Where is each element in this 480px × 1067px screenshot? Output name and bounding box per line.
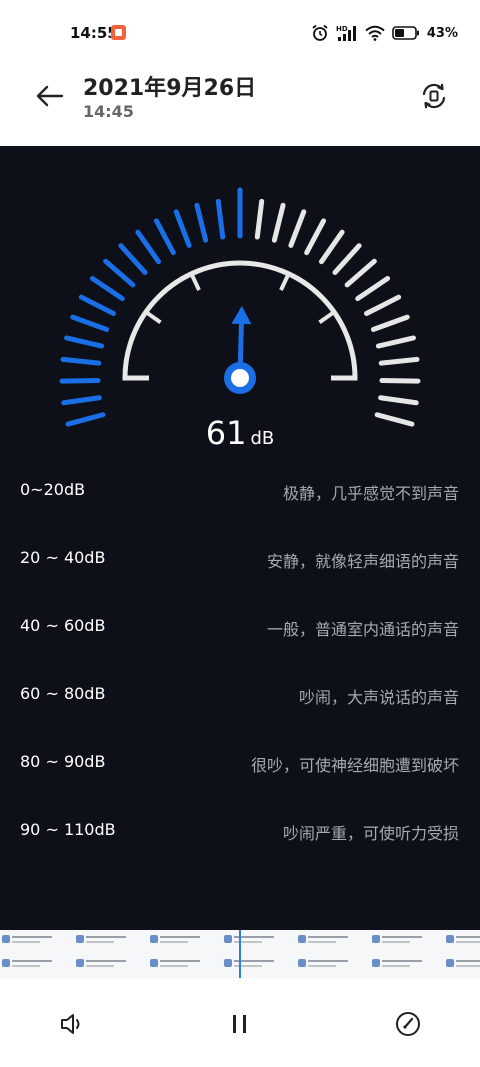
list-item: 20 ~ 40dB 安静，就像轻声细语的声音 (0, 524, 480, 592)
level-description: 一般，普通室内通话的声音 (266, 620, 459, 639)
timeline-cursor[interactable] (239, 930, 241, 978)
timeline-thumbnail (76, 933, 138, 951)
speaker-icon (61, 1014, 80, 1034)
recording-time: 14:45 (83, 102, 134, 121)
sound-meter-panel: 61 dB 0~20dB 极静，几乎感觉不到声音 20 ~ 40dB 安静，就像轻… (0, 146, 480, 930)
recording-icon (111, 25, 126, 40)
timeline-thumbnail (446, 933, 480, 951)
gauge-tick (375, 335, 416, 349)
gauge-tick (78, 294, 116, 317)
gauge-tick (364, 294, 402, 317)
timeline-thumbnail (2, 933, 64, 951)
gauge-needle-arrowhead (231, 306, 252, 325)
alarm-icon (312, 24, 328, 41)
timeline-thumbnail (298, 957, 360, 975)
db-value: 61 (205, 414, 247, 452)
status-icons: HD 43% (311, 22, 458, 44)
gauge-tick (60, 356, 102, 366)
level-range: 0~20dB (20, 480, 86, 499)
gauge-tick (89, 275, 125, 302)
level-range: 80 ~ 90dB (20, 752, 106, 771)
back-button[interactable] (30, 78, 70, 114)
pause-icon (233, 1015, 246, 1033)
gauge-inner-tick (279, 272, 291, 291)
gauge-tick (370, 314, 410, 332)
timeline-thumbnail (224, 957, 286, 975)
gauge-hub-center (231, 369, 249, 387)
level-description: 安静，就像轻声细语的声音 (266, 552, 459, 571)
gauge-tick (70, 314, 110, 332)
gauge-inner-tick (144, 310, 162, 325)
gauge-tick (59, 377, 101, 384)
list-item: 90 ~ 110dB 吵闹严重，可使听力受损 (0, 796, 480, 864)
level-range: 60 ~ 80dB (20, 684, 106, 703)
screen-rotate-icon (422, 83, 446, 109)
recording-timeline[interactable] (0, 930, 480, 978)
gauge-tick (173, 209, 192, 248)
level-description: 吵闹严重，可使听力受损 (282, 824, 459, 843)
speaker-button[interactable] (52, 1004, 92, 1044)
gauge-tick (344, 258, 377, 288)
level-description: 吵闹，大声说话的声音 (298, 688, 459, 707)
status-bar: 14:55 HD 43% (0, 0, 480, 66)
timeline-thumbnail (372, 933, 434, 951)
level-range: 20 ~ 40dB (20, 548, 106, 567)
meter-mode-button[interactable] (388, 1004, 428, 1044)
gauge-tick (215, 198, 226, 240)
battery-percent: 43% (426, 25, 458, 41)
rotate-button[interactable] (416, 78, 452, 114)
hd-signal-icon: HD (336, 25, 356, 41)
timeline-thumbnail (150, 957, 212, 975)
gauge-inner-tick (189, 272, 201, 291)
gauge-tick (378, 395, 419, 406)
timeline-thumbnail (2, 957, 64, 975)
gauge-tick (64, 335, 105, 349)
level-description: 极静，几乎感觉不到声音 (282, 484, 459, 503)
gauge-tick (304, 218, 327, 256)
gauge-tick (379, 377, 421, 384)
gauge-tick (378, 356, 420, 366)
timeline-thumbnail (446, 957, 480, 975)
gauge-tick (332, 243, 362, 275)
gauge-tick (118, 243, 148, 275)
hd-label: HD (336, 25, 348, 33)
gauge-tick (254, 198, 265, 240)
timeline-thumbnail (298, 933, 360, 951)
gauge-tick (194, 202, 209, 243)
recording-date: 2021年9月26日 (83, 76, 257, 101)
gauge-inner-tick (318, 310, 336, 325)
list-item: 80 ~ 90dB 很吵，可使神经细胞遭到破坏 (0, 728, 480, 796)
timeline-thumbnail (372, 957, 434, 975)
level-description: 很吵，可使神经细胞遭到破坏 (250, 756, 459, 775)
db-readout: 61 dB (0, 414, 480, 452)
list-item: 0~20dB 极静，几乎感觉不到声音 (0, 456, 480, 524)
gauge-tick (103, 258, 136, 288)
gauge-tick (355, 275, 391, 302)
timeline-thumbnail (150, 933, 212, 951)
arrow-left-icon (36, 85, 64, 107)
battery-icon (392, 26, 419, 40)
timeline-thumbnail (224, 933, 286, 951)
list-item: 60 ~ 80dB 吵闹，大声说话的声音 (0, 660, 480, 728)
noise-level-list: 0~20dB 极静，几乎感觉不到声音 20 ~ 40dB 安静，就像轻声细语的声… (0, 456, 480, 864)
gauge-tick (61, 395, 102, 406)
gauge-tick (135, 229, 162, 265)
gauge-tick (153, 218, 176, 256)
gauge-tick (288, 209, 307, 248)
list-item: 40 ~ 60dB 一般，普通室内通话的声音 (0, 592, 480, 660)
timeline-thumbnail (76, 957, 138, 975)
level-range: 90 ~ 110dB (20, 820, 116, 839)
gauge-tick (318, 229, 345, 265)
pause-button[interactable] (220, 1004, 260, 1044)
level-range: 40 ~ 60dB (20, 616, 106, 635)
gauge-icon (396, 1012, 420, 1036)
db-unit: dB (250, 428, 275, 449)
bottom-toolbar (0, 978, 480, 1067)
header: 2021年9月26日 14:45 (0, 66, 480, 146)
gauge-tick (271, 202, 286, 243)
wifi-icon (365, 25, 385, 41)
